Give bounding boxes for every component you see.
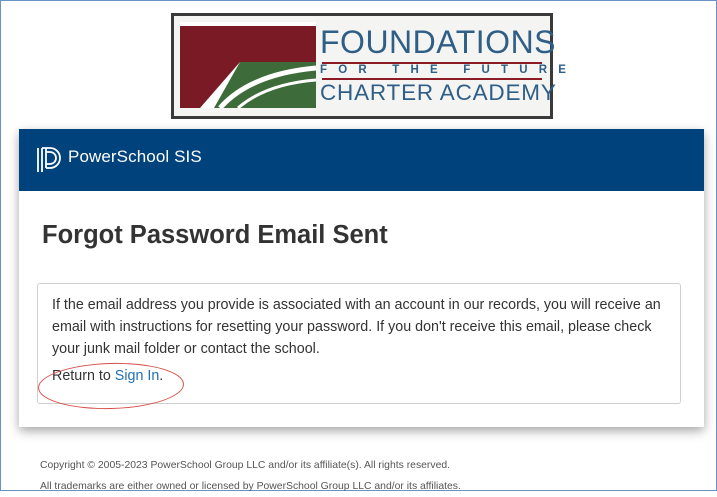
powerschool-logo-icon [37, 147, 61, 172]
info-message: If the email address you provide is asso… [52, 297, 661, 357]
logo-text-for-the-future: FOR THE FUTURE [320, 64, 578, 76]
page-title: Forgot Password Email Sent [42, 221, 388, 249]
logo-text-foundations: FOUNDATIONS [320, 24, 557, 60]
copyright-text: Copyright © 2005-2023 PowerSchool Group … [40, 460, 451, 471]
trademark-text: All trademarks are either owned or licen… [40, 481, 461, 492]
logo-text-charter-academy: CHARTER ACADEMY [320, 80, 557, 105]
school-logo: FOUNDATIONS FOR THE FUTURE CHARTER ACADE… [171, 13, 566, 119]
app-header: PowerSchool SIS [19, 129, 704, 191]
logo-road-graphic [180, 22, 316, 108]
app-title: PowerSchool SIS [68, 147, 202, 166]
